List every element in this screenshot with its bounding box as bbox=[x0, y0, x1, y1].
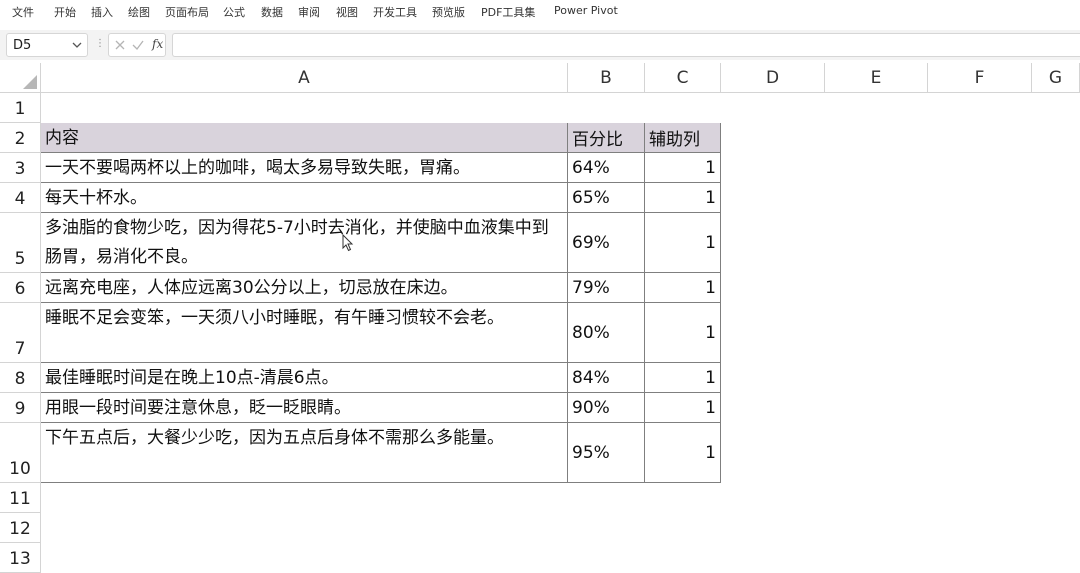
table-cell[interactable]: 1 bbox=[645, 363, 721, 393]
table-header-cell[interactable]: 百分比 bbox=[568, 123, 645, 153]
table-cell[interactable]: 用眼一段时间要注意休息，眨一眨眼睛。 bbox=[41, 393, 568, 423]
row-header-7[interactable]: 7 bbox=[0, 303, 41, 363]
column-header-e[interactable]: E bbox=[825, 63, 928, 93]
row-header-4[interactable]: 4 bbox=[0, 183, 41, 213]
table-cell[interactable]: 90% bbox=[568, 393, 645, 423]
table-header-cell[interactable]: 内容 bbox=[41, 123, 568, 153]
select-all-corner[interactable] bbox=[0, 63, 41, 93]
table-cell[interactable]: 下午五点后，大餐少少吃，因为五点后身体不需那么多能量。 bbox=[41, 423, 568, 483]
spreadsheet-grid: ABCDEFG 1 2 3 4 5 6 7 8 9 10 11 12 13 内容 百分比 辅助列 一天不要喝两… bbox=[0, 0, 1080, 573]
table-cell[interactable]: 1 bbox=[645, 423, 721, 483]
row-header-5[interactable]: 5 bbox=[0, 213, 41, 273]
column-header-c[interactable]: C bbox=[645, 63, 721, 93]
table-cell[interactable]: 65% bbox=[568, 183, 645, 213]
table-cell[interactable]: 多油脂的食物少吃，因为得花5-7小时去消化，并使脑中血液集中到肠胃，易消化不良。 bbox=[41, 213, 568, 273]
table-cell[interactable]: 1 bbox=[645, 183, 721, 213]
row-header-9[interactable]: 9 bbox=[0, 393, 41, 423]
row-header-10[interactable]: 10 bbox=[0, 423, 41, 483]
table-cell[interactable]: 远离充电座，人体应远离30公分以上，切忌放在床边。 bbox=[41, 273, 568, 303]
row-header-8[interactable]: 8 bbox=[0, 363, 41, 393]
table-header-cell[interactable]: 辅助列 bbox=[645, 123, 721, 153]
column-header-g[interactable]: G bbox=[1032, 63, 1080, 93]
table-cell[interactable]: 79% bbox=[568, 273, 645, 303]
select-all-triangle-icon bbox=[23, 75, 37, 89]
table-cell[interactable]: 95% bbox=[568, 423, 645, 483]
row-header-1[interactable]: 1 bbox=[0, 93, 41, 123]
row-header-11[interactable]: 11 bbox=[0, 483, 41, 513]
column-header-b[interactable]: B bbox=[568, 63, 645, 93]
row-header-2[interactable]: 2 bbox=[0, 123, 41, 153]
table-cell[interactable]: 1 bbox=[645, 393, 721, 423]
row-header-13[interactable]: 13 bbox=[0, 543, 41, 573]
table-cell[interactable]: 80% bbox=[568, 303, 645, 363]
table-cell[interactable]: 1 bbox=[645, 213, 721, 273]
table-cell[interactable]: 64% bbox=[568, 153, 645, 183]
table-cell[interactable]: 每天十杯水。 bbox=[41, 183, 568, 213]
table-cell[interactable]: 84% bbox=[568, 363, 645, 393]
table-cell[interactable]: 69% bbox=[568, 213, 645, 273]
table-cell[interactable]: 最佳睡眠时间是在晚上10点-清晨6点。 bbox=[41, 363, 568, 393]
row-header-6[interactable]: 6 bbox=[0, 273, 41, 303]
table-cell[interactable]: 1 bbox=[645, 273, 721, 303]
table-cell[interactable]: 1 bbox=[645, 303, 721, 363]
row-header-3[interactable]: 3 bbox=[0, 153, 41, 183]
row-header-12[interactable]: 12 bbox=[0, 513, 41, 543]
table-cell[interactable]: 1 bbox=[645, 153, 721, 183]
table-cell[interactable]: 一天不要喝两杯以上的咖啡，喝太多易导致失眠，胃痛。 bbox=[41, 153, 568, 183]
table-cell[interactable]: 睡眠不足会变笨，一天须八小时睡眠，有午睡习惯较不会老。 bbox=[41, 303, 568, 363]
column-header-a[interactable]: A bbox=[41, 63, 568, 93]
column-header-d[interactable]: D bbox=[721, 63, 825, 93]
text-cursor-icon bbox=[342, 234, 354, 252]
column-header-f[interactable]: F bbox=[928, 63, 1032, 93]
